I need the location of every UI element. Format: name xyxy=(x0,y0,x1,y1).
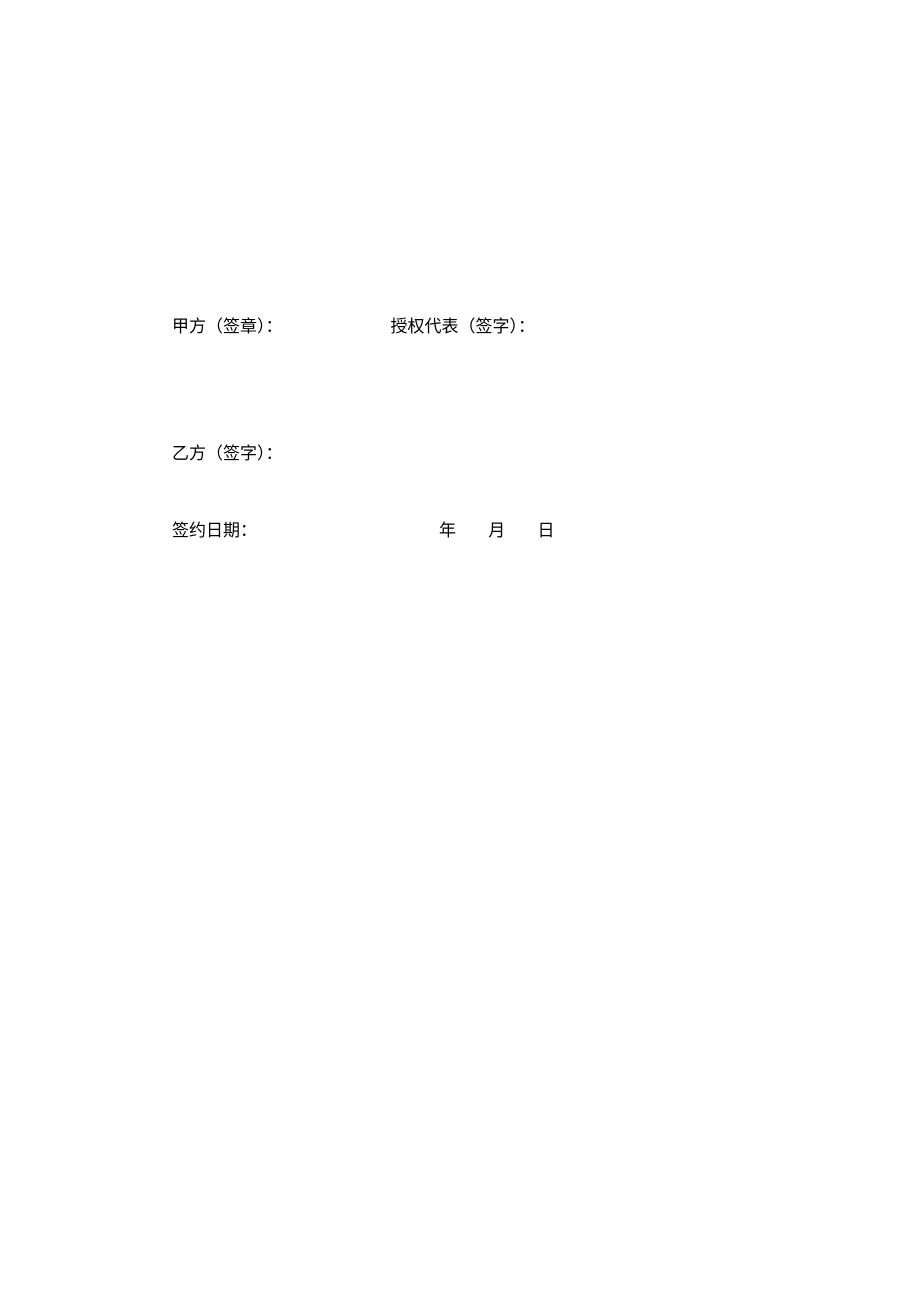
month-label: 月 xyxy=(488,522,505,539)
sign-date-label: 签约日期： xyxy=(172,522,257,539)
date-line: 签约日期： 年 月 日 xyxy=(172,522,748,539)
party-b-line: 乙方（签字）： xyxy=(172,445,748,462)
document-page: 甲方（签章）： 授权代表（签字）： 乙方（签字）： 签约日期： 年 月 日 xyxy=(0,0,920,539)
day-label: 日 xyxy=(538,522,555,539)
party-a-line: 甲方（签章）： 授权代表（签字）： xyxy=(172,318,748,335)
year-label: 年 xyxy=(439,522,456,539)
party-b-sign-label: 乙方（签字）： xyxy=(172,444,283,463)
party-a-seal-label: 甲方（签章）： xyxy=(172,318,283,335)
date-fields: 年 月 日 xyxy=(439,522,555,539)
authorized-rep-label: 授权代表（签字）： xyxy=(391,318,536,335)
